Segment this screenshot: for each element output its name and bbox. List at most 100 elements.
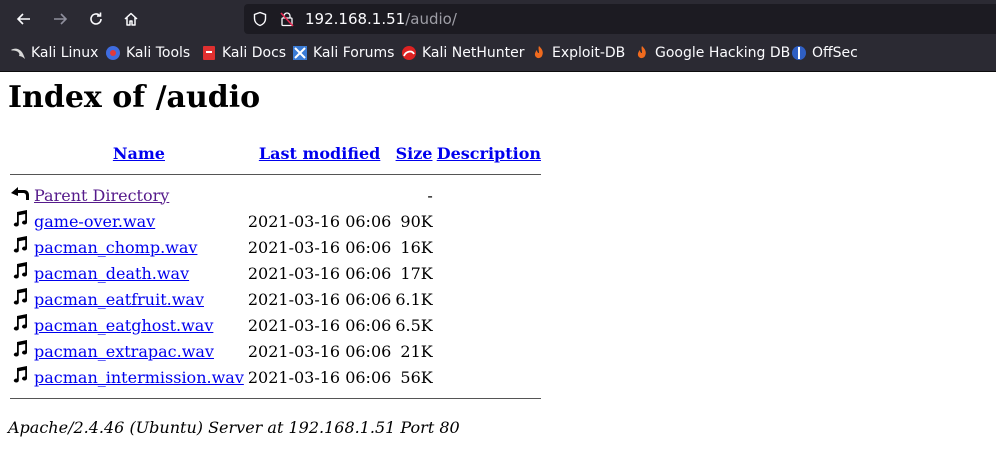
modified-cell: 2021-03-16 06:06 xyxy=(247,367,392,387)
url-path: /audio/ xyxy=(405,10,457,28)
kali-tools-icon xyxy=(106,46,120,60)
divider xyxy=(10,397,541,399)
sort-by-modified-link[interactable]: Last modified xyxy=(259,144,380,163)
name-cell[interactable]: pacman_chomp.wav xyxy=(32,234,246,260)
sort-by-size-link[interactable]: Size xyxy=(396,144,433,163)
bookmark-kali-linux[interactable]: Kali Linux xyxy=(10,45,98,61)
size-cell: 90K xyxy=(400,211,433,231)
page-title: Index of /audio xyxy=(8,80,261,115)
name-cell[interactable]: pacman_extrapac.wav xyxy=(32,338,246,364)
size-cell: - xyxy=(427,185,433,205)
description-cell xyxy=(435,338,543,364)
bookmark-google-hacking-db[interactable]: Google Hacking DB xyxy=(634,45,790,61)
bookmark-kali-nethunter[interactable]: Kali NetHunter xyxy=(401,45,524,61)
table-row: pacman_chomp.wav 2021-03-16 06:06 16K xyxy=(8,234,543,260)
name-cell[interactable]: pacman_death.wav xyxy=(32,260,246,286)
sound-file-icon xyxy=(13,366,28,383)
back-folder-icon xyxy=(11,187,29,200)
home-button[interactable] xyxy=(119,7,143,31)
separator-row xyxy=(8,390,543,406)
description-cell xyxy=(435,286,543,312)
sound-file-icon xyxy=(13,340,28,357)
bookmarks-toolbar: Kali Linux Kali Tools Kali Docs Kali For… xyxy=(0,38,996,72)
size-column-header[interactable]: Size xyxy=(393,140,434,166)
name-cell[interactable]: pacman_eatfruit.wav xyxy=(32,286,246,312)
table-row: pacman_eatghost.wav 2021-03-16 06:06 6.5… xyxy=(8,312,543,338)
bookmark-label: Google Hacking DB xyxy=(655,45,791,61)
table-row: pacman_eatfruit.wav 2021-03-16 06:06 6.1… xyxy=(8,286,543,312)
bookmark-label: Kali Tools xyxy=(126,45,191,61)
file-link[interactable]: pacman_extrapac.wav xyxy=(34,342,214,361)
sound-file-icon xyxy=(13,236,28,253)
bookmark-label: Kali NetHunter xyxy=(422,45,525,61)
table-row: pacman_intermission.wav 2021-03-16 06:06… xyxy=(8,364,543,390)
bookmark-label: Kali Forums xyxy=(313,45,395,61)
ghdb-icon xyxy=(637,46,646,59)
back-arrow-icon xyxy=(16,13,30,25)
kali-docs-icon xyxy=(203,46,215,60)
reload-button[interactable] xyxy=(84,7,108,31)
sort-by-name-link[interactable]: Name xyxy=(113,144,165,163)
name-cell[interactable]: pacman_eatghost.wav xyxy=(32,312,246,338)
bookmark-label: Exploit-DB xyxy=(552,45,626,61)
size-cell: 17K xyxy=(400,263,433,283)
bookmark-kali-tools[interactable]: Kali Tools xyxy=(105,45,190,61)
back-button[interactable] xyxy=(12,7,36,31)
insecure-lock-icon[interactable] xyxy=(279,11,295,27)
modified-cell: 2021-03-16 06:06 xyxy=(247,263,392,283)
modified-cell: 2021-03-16 06:06 xyxy=(247,237,392,257)
server-signature: Apache/2.4.46 (Ubuntu) Server at 192.168… xyxy=(8,418,460,437)
size-cell: 6.1K xyxy=(395,289,433,309)
modified-cell: 2021-03-16 06:06 xyxy=(247,211,392,231)
modified-cell: 2021-03-16 06:06 xyxy=(247,289,392,309)
bookmark-label: Kali Docs xyxy=(222,45,287,61)
bookmark-exploit-db[interactable]: Exploit-DB xyxy=(531,45,625,61)
url-text[interactable]: 192.168.1.51/audio/ xyxy=(305,10,457,28)
description-column-header[interactable]: Description xyxy=(435,140,543,166)
bookmark-kali-docs[interactable]: Kali Docs xyxy=(201,45,286,61)
sort-by-description-link[interactable]: Description xyxy=(437,144,541,163)
description-cell xyxy=(435,182,543,208)
file-link[interactable]: pacman_eatghost.wav xyxy=(34,316,213,335)
name-cell[interactable]: game-over.wav xyxy=(32,208,246,234)
home-icon xyxy=(124,12,138,26)
table-row: Parent Directory - xyxy=(8,182,543,208)
modified-cell: 2021-03-16 06:06 xyxy=(247,341,392,361)
description-cell xyxy=(435,260,543,286)
file-link[interactable]: pacman_eatfruit.wav xyxy=(34,290,204,309)
file-link[interactable]: pacman_intermission.wav xyxy=(34,368,244,387)
modified-column-header[interactable]: Last modified xyxy=(246,140,393,166)
icon-column-header xyxy=(8,140,32,166)
size-cell: 16K xyxy=(400,237,433,257)
file-link[interactable]: game-over.wav xyxy=(34,212,155,231)
name-column-header[interactable]: Name xyxy=(32,140,246,166)
table-row: pacman_death.wav 2021-03-16 06:06 17K xyxy=(8,260,543,286)
sound-file-icon xyxy=(13,288,28,305)
name-cell[interactable]: pacman_intermission.wav xyxy=(32,364,246,390)
sound-file-icon xyxy=(13,210,28,227)
size-cell: 21K xyxy=(400,341,433,361)
reload-icon xyxy=(90,12,102,25)
name-cell[interactable]: Parent Directory xyxy=(32,182,246,208)
separator-row xyxy=(8,166,543,182)
file-link[interactable]: pacman_chomp.wav xyxy=(34,238,197,257)
forward-button[interactable] xyxy=(48,7,72,31)
kali-forums-icon xyxy=(293,46,307,60)
description-cell xyxy=(435,312,543,338)
table-header-row: Name Last modified Size Description xyxy=(8,140,543,166)
parent-directory-link[interactable]: Parent Directory xyxy=(34,186,169,205)
offsec-icon xyxy=(792,46,806,60)
address-bar[interactable]: 192.168.1.51/audio/ xyxy=(244,4,996,34)
size-cell: 56K xyxy=(400,367,433,387)
divider xyxy=(10,173,541,175)
description-cell xyxy=(435,208,543,234)
bookmark-offsec[interactable]: OffSec xyxy=(791,45,858,61)
bookmark-kali-forums[interactable]: Kali Forums xyxy=(292,45,394,61)
kali-nethunter-icon xyxy=(402,46,416,60)
parent-dir-icon-cell xyxy=(8,182,32,208)
kali-dragon-icon xyxy=(11,48,25,59)
file-link[interactable]: pacman_death.wav xyxy=(34,264,189,283)
exploit-db-icon xyxy=(534,46,543,59)
table-row: game-over.wav 2021-03-16 06:06 90K xyxy=(8,208,543,234)
page-content: Index of /audio Name Last modified Size … xyxy=(0,72,996,457)
